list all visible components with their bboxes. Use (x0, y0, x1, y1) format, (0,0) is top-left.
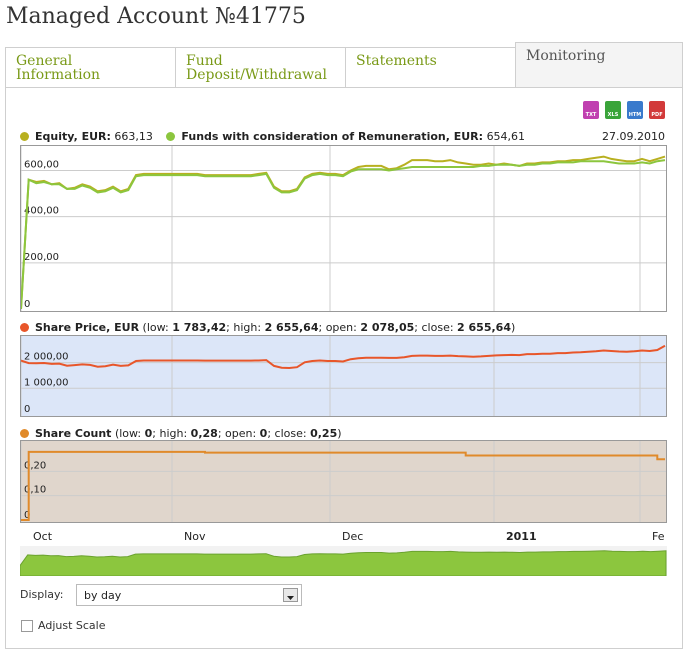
equity-legend-dot (20, 132, 29, 141)
series-line-2 (21, 159, 666, 310)
export-htm-button[interactable]: HTM (627, 101, 643, 119)
tab-label-line1: Statements (356, 53, 437, 69)
series-line-1 (21, 155, 666, 310)
funds-legend-label: Funds with consideration of Remuneration… (181, 130, 484, 143)
equity-legend: Equity, EUR: 663,13 Funds with considera… (20, 130, 525, 143)
tab-label-line2: Information (16, 67, 101, 83)
y-tick-label: 400,00 (24, 206, 59, 217)
legend-text: ; close: (267, 427, 311, 440)
x-tick-label: Fe (652, 530, 665, 543)
tab-statements[interactable]: Statements (345, 47, 516, 87)
y-tick-label: 2 000,00 (24, 352, 69, 363)
equity-legend-label: Equity, EUR: (35, 130, 111, 143)
equity-legend-value: 663,13 (114, 130, 153, 143)
funds-legend-dot (166, 132, 176, 141)
legend-text: ; close: (414, 321, 458, 334)
export-xls-button[interactable]: XLS (605, 101, 621, 119)
navigator-plot (20, 546, 667, 576)
y-tick-label: 0 (24, 404, 30, 415)
share-count-legend: Share Count (low: 0; high: 0,28; open: 0… (20, 427, 342, 440)
tab-fund-deposit-withdrawal[interactable]: Fund Deposit/Withdrawal (175, 47, 346, 87)
tab-label-line1: General (16, 53, 73, 69)
x-tick-label: Nov (184, 530, 206, 543)
adjust-scale-checkbox[interactable] (21, 620, 33, 632)
tab-label-line1: Fund (186, 53, 223, 69)
legend-text: ; high: (152, 427, 191, 440)
legend-text: ; open: (217, 427, 260, 440)
chart-plot: 2 000,00 1 000,00 0 (21, 336, 666, 416)
legend-text: ) (337, 427, 342, 440)
tab-label-line1: Monitoring (526, 48, 606, 64)
display-select-value: by day (84, 589, 122, 602)
share-price-close: 2 655,64 (457, 321, 511, 334)
y-tick-label: 0 (24, 299, 30, 310)
share-price-legend: Share Price, EUR (low: 1 783,42; high: 2… (20, 321, 515, 334)
export-txt-button[interactable]: TXT (583, 101, 599, 119)
funds-legend-value: 654,61 (486, 130, 526, 143)
y-tick-label: 0,10 (24, 485, 46, 496)
y-tick-label: 1 000,00 (24, 377, 69, 388)
chart-plot: 0,200,100 (21, 441, 666, 522)
share-count-chart: 0,20 0,10 0 (20, 440, 667, 523)
export-pdf-button[interactable]: PDF (649, 101, 665, 119)
page-title: Managed Account №41775 (6, 4, 306, 29)
share-price-open: 2 078,05 (360, 321, 415, 334)
share-price-high: 2 655,64 (264, 321, 319, 334)
legend-text: (low: (139, 321, 173, 334)
chart-plot: 600,00 400,00 200,00 0 (21, 146, 666, 311)
tab-label-line2: Deposit/Withdrawal (186, 67, 327, 83)
tab-general-information[interactable]: General Information (5, 47, 176, 87)
share-count-close: 0,25 (310, 427, 338, 440)
tab-bar: General Information Fund Deposit/Withdra… (5, 42, 683, 88)
share-count-high: 0,28 (190, 427, 218, 440)
share-count-legend-label: Share Count (35, 427, 112, 440)
x-tick-label: 2011 (506, 530, 537, 543)
plot-background (21, 336, 666, 416)
legend-text: ) (510, 321, 516, 334)
y-tick-label: 0,20 (24, 460, 46, 471)
legend-text: ; open: (318, 321, 361, 334)
legend-text: ; high: (226, 321, 265, 334)
equity-chart: 600,00 400,00 200,00 0 (20, 145, 667, 312)
x-tick-label: Dec (342, 530, 364, 543)
adjust-scale-label: Adjust Scale (38, 619, 106, 632)
share-price-legend-label: Share Price, EUR (35, 321, 140, 334)
share-price-legend-dot (20, 323, 29, 332)
legend-text: (low: (111, 427, 145, 440)
navigator-scrollbar[interactable] (20, 546, 667, 576)
x-tick-label: Oct (33, 530, 53, 543)
share-price-chart: 2 000,00 1 000,00 0 (20, 335, 667, 417)
y-tick-label: 600,00 (24, 159, 59, 170)
share-price-low: 1 783,42 (172, 321, 227, 334)
chart-date: 27.09.2010 (602, 130, 665, 143)
share-count-legend-dot (20, 429, 29, 438)
tab-monitoring[interactable]: Monitoring (515, 42, 683, 88)
display-label: Display: (20, 588, 64, 601)
display-select[interactable]: by day (76, 584, 302, 606)
chevron-down-icon[interactable] (283, 588, 298, 602)
y-tick-label: 200,00 (24, 252, 59, 263)
